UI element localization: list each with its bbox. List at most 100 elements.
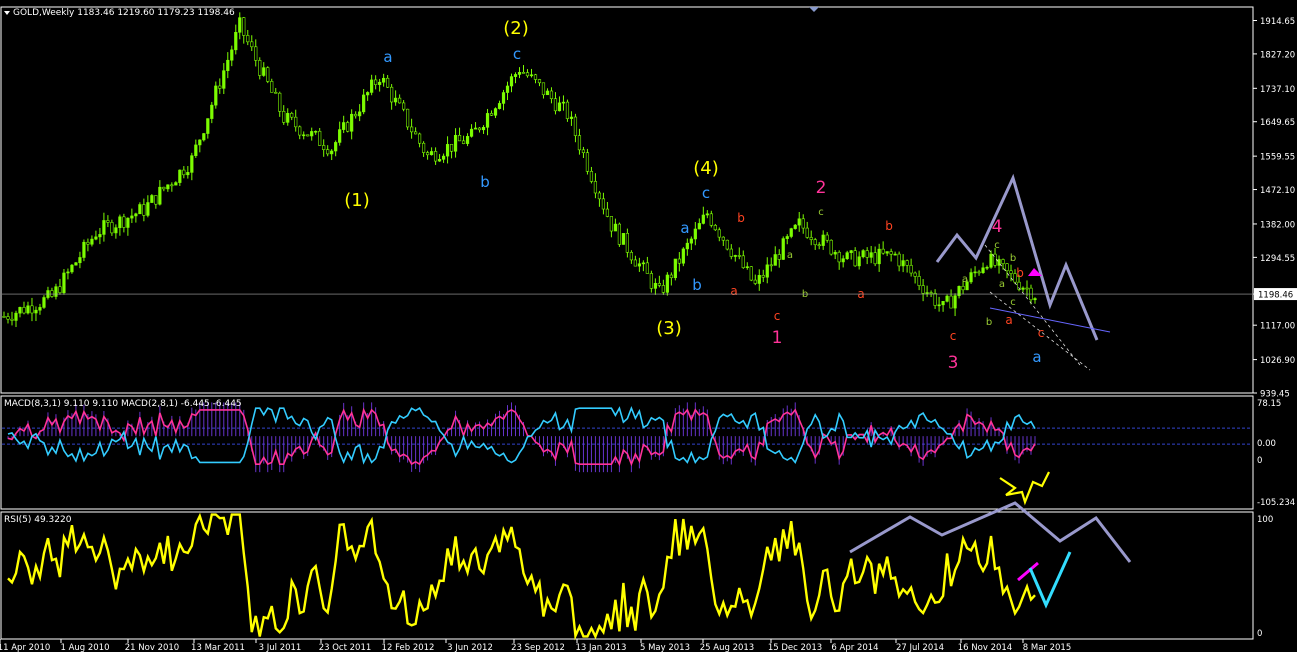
candle-body xyxy=(94,236,98,240)
wave-label: a xyxy=(680,219,689,237)
candle-body xyxy=(290,113,294,118)
candle-body xyxy=(521,72,526,74)
candle-body xyxy=(453,135,458,152)
candle-body xyxy=(609,216,614,232)
wave-label: a xyxy=(383,48,392,66)
rsi-header: RSI(5) 49.3220 xyxy=(4,515,72,525)
candle-body xyxy=(549,90,554,100)
candle-body xyxy=(366,92,370,96)
candle-body xyxy=(617,223,622,245)
candle-body xyxy=(86,241,90,245)
candle-body xyxy=(390,86,394,103)
candle-body xyxy=(705,213,709,216)
time-tick-label: 13 Mar 2011 xyxy=(191,643,245,652)
candle-body xyxy=(961,285,965,291)
candle-body xyxy=(509,76,514,87)
macd-axis-label: -105.234 xyxy=(1257,498,1295,508)
candle-body xyxy=(717,229,721,238)
price-tick-label: 1026.90 xyxy=(1260,356,1295,366)
candle-body xyxy=(853,250,857,267)
candle-body xyxy=(194,144,198,156)
price-tick-label: 1117.00 xyxy=(1260,322,1295,332)
candle-body xyxy=(445,144,450,157)
candle-body xyxy=(134,213,138,217)
candle-body xyxy=(701,214,705,224)
candle-body xyxy=(322,145,326,150)
candle-body xyxy=(66,271,70,274)
candle-body xyxy=(465,136,470,144)
candle-body xyxy=(126,217,130,228)
candle-body xyxy=(154,195,158,205)
candle-body xyxy=(142,204,146,216)
wave-label: (2) xyxy=(503,18,529,39)
candle-body xyxy=(869,252,873,258)
candle-body xyxy=(1025,287,1029,290)
candle-body xyxy=(398,97,402,104)
price-tick-label: 1382.00 xyxy=(1260,220,1295,230)
candle-body xyxy=(1021,287,1025,290)
candle-body xyxy=(525,72,530,77)
candle-body xyxy=(254,46,258,61)
time-tick-label: 3 Jul 2011 xyxy=(259,643,302,652)
candle-body xyxy=(294,116,298,128)
candle-body xyxy=(230,49,234,61)
candle-body xyxy=(585,152,590,172)
candle-body xyxy=(889,251,893,255)
price-tick-label: 1472.10 xyxy=(1260,186,1295,196)
candle-body xyxy=(421,142,426,153)
candle-body xyxy=(14,312,18,321)
candle-body xyxy=(350,113,354,132)
wave-label: 1 xyxy=(772,328,783,348)
candle-body xyxy=(394,97,398,103)
candle-body xyxy=(625,233,629,253)
wave-label: c xyxy=(818,207,824,218)
candle-body xyxy=(326,149,330,155)
candle-body xyxy=(629,252,633,261)
chart-header: GOLD,Weekly 1183.46 1219.60 1179.23 1198… xyxy=(4,8,235,18)
wave-label: a xyxy=(1032,348,1041,366)
candle-body xyxy=(529,74,534,77)
candle-body xyxy=(669,274,673,279)
candle-body xyxy=(469,128,474,137)
dropdown-triangle-icon[interactable] xyxy=(4,10,10,15)
candle-body xyxy=(42,297,46,308)
candle-body xyxy=(601,198,606,210)
time-tick-label: 15 Dec 2013 xyxy=(768,643,822,652)
candle-body xyxy=(829,239,833,255)
candle-body xyxy=(410,126,414,133)
candle-body xyxy=(905,260,909,266)
candle-body xyxy=(749,266,753,281)
candle-body xyxy=(62,272,66,294)
candle-body xyxy=(150,195,154,203)
time-tick-label: 8 Mar 2015 xyxy=(1023,643,1071,652)
wave-label: a xyxy=(962,274,968,285)
candle-body xyxy=(402,102,406,110)
candle-body xyxy=(541,82,546,96)
candle-body xyxy=(334,142,338,152)
candle-body xyxy=(26,305,30,314)
candle-body xyxy=(805,227,809,238)
candle-body xyxy=(158,186,162,205)
ohlc-values: 1183.46 1219.60 1179.23 1198.46 xyxy=(77,8,235,18)
wave-label: b xyxy=(1010,253,1016,264)
candle-body xyxy=(302,134,306,137)
candle-body xyxy=(282,111,286,123)
candle-body xyxy=(1001,259,1005,264)
candle-body xyxy=(358,111,362,117)
candle-body xyxy=(745,266,749,268)
candle-body xyxy=(517,72,522,75)
candle-body xyxy=(346,122,350,132)
candle-body xyxy=(382,77,386,83)
candle-body xyxy=(338,129,342,143)
candle-body xyxy=(569,116,574,119)
candle-body xyxy=(545,90,550,96)
candle-body xyxy=(949,295,953,309)
candle-body xyxy=(573,116,578,136)
candle-body xyxy=(473,127,478,130)
candle-body xyxy=(977,271,981,274)
candle-body xyxy=(557,102,562,112)
candle-body xyxy=(533,74,538,80)
candle-body xyxy=(677,258,681,264)
candle-body xyxy=(238,17,242,33)
wave-label: b xyxy=(692,276,702,294)
